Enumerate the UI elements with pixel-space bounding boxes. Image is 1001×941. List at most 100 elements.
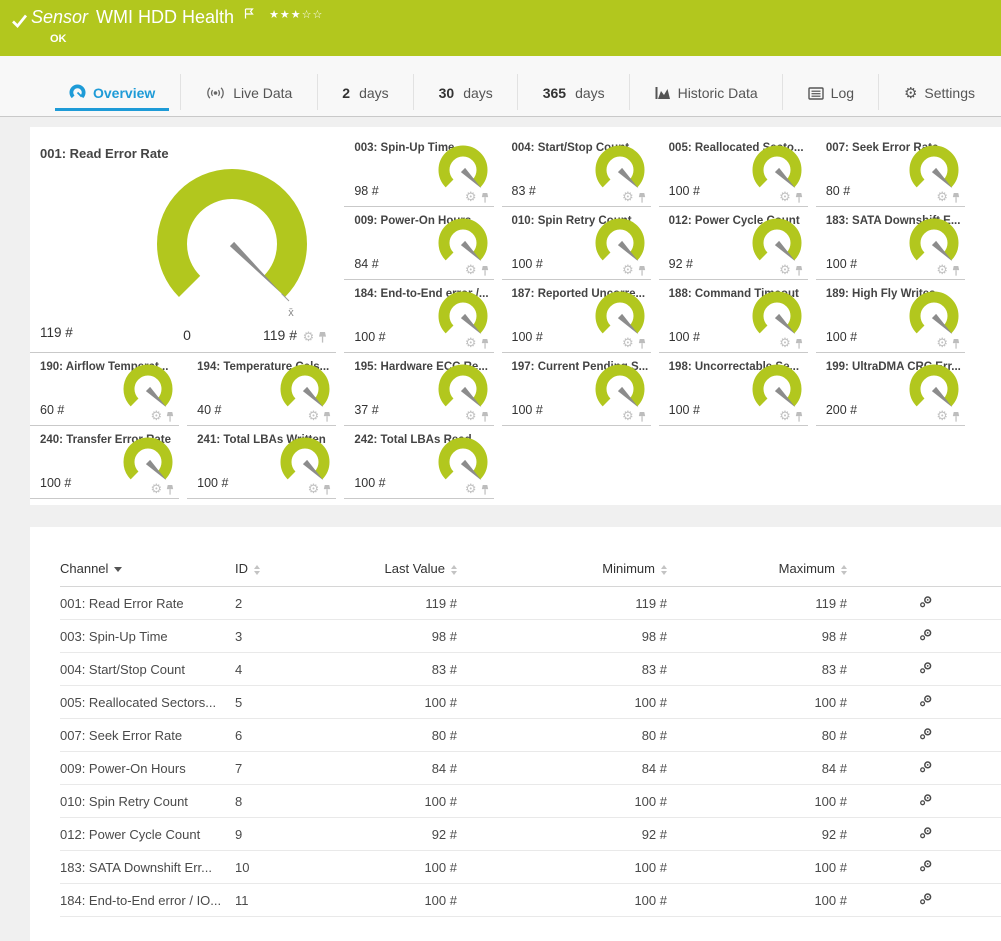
gauge-panel[interactable]: 241: Total LBAs Written 100 # ⚙: [187, 426, 336, 499]
gauge-panel[interactable]: 197: Current Pending S... 100 # ⚙: [502, 353, 651, 426]
channel-settings-gear-icon[interactable]: ⚙: [303, 331, 315, 344]
channel-settings-gear-icon[interactable]: ⚙: [779, 191, 791, 204]
channel-settings-gear-icon[interactable]: ⚙: [622, 191, 634, 204]
gauge-panel-primary[interactable]: 001: Read Error Rate x̄ 0 119 # 119 # ⚙: [30, 134, 336, 353]
gauge-panel[interactable]: 240: Transfer Error Rate 100 # ⚙: [30, 426, 179, 499]
table-row[interactable]: 009: Power-On Hours 7 84 # 84 # 84 #: [60, 752, 1001, 785]
channel-settings-gear-icon[interactable]: ⚙: [622, 264, 634, 277]
pin-icon[interactable]: [317, 331, 328, 344]
gauge-panel[interactable]: 003: Spin-Up Time 98 # ⚙: [344, 134, 493, 207]
column-header-last-value[interactable]: Last Value: [330, 557, 465, 587]
channel-settings-gear-icon[interactable]: ⚙: [622, 337, 634, 350]
table-row[interactable]: 007: Seek Error Rate 6 80 # 80 # 80 #: [60, 719, 1001, 752]
tab-2-days[interactable]: 2 days: [328, 85, 402, 116]
gauge-panel[interactable]: 199: UltraDMA CRC Err... 200 # ⚙: [816, 353, 965, 426]
gauge-panel[interactable]: 195: Hardware ECC Re... 37 # ⚙: [344, 353, 493, 426]
gauge-panel[interactable]: 007: Seek Error Rate 80 # ⚙: [816, 134, 965, 207]
pin-icon[interactable]: [794, 411, 804, 423]
gauge-panel[interactable]: 187: Reported Uncorre... 100 # ⚙: [502, 280, 651, 353]
table-row[interactable]: 010: Spin Retry Count 8 100 # 100 # 100 …: [60, 785, 1001, 818]
edit-channel-gears-icon[interactable]: [919, 727, 933, 740]
pin-icon[interactable]: [637, 192, 647, 204]
pin-icon[interactable]: [794, 192, 804, 204]
channel-settings-gear-icon[interactable]: ⚙: [465, 410, 477, 423]
gauge-panel[interactable]: 188: Command Timeout 100 # ⚙: [659, 280, 808, 353]
column-header-channel[interactable]: Channel: [60, 557, 235, 587]
edit-channel-gears-icon[interactable]: [919, 793, 933, 806]
channel-settings-gear-icon[interactable]: ⚙: [465, 483, 477, 496]
tab-log[interactable]: Log: [794, 85, 868, 116]
pin-icon[interactable]: [637, 411, 647, 423]
gauge-panel[interactable]: 242: Total LBAs Read 100 # ⚙: [344, 426, 493, 499]
channel-settings-gear-icon[interactable]: ⚙: [779, 410, 791, 423]
edit-channel-gears-icon[interactable]: [919, 694, 933, 707]
channel-settings-gear-icon[interactable]: ⚙: [308, 410, 320, 423]
pin-icon[interactable]: [480, 265, 490, 277]
gauge-panel[interactable]: 009: Power-On Hours 84 # ⚙: [344, 207, 493, 280]
table-row[interactable]: 183: SATA Downshift Err... 10 100 # 100 …: [60, 851, 1001, 884]
pin-icon[interactable]: [165, 411, 175, 423]
gauge-panel[interactable]: 005: Reallocated Secto... 100 # ⚙: [659, 134, 808, 207]
table-row[interactable]: 004: Start/Stop Count 4 83 # 83 # 83 #: [60, 653, 1001, 686]
table-row[interactable]: 005: Reallocated Sectors... 5 100 # 100 …: [60, 686, 1001, 719]
edit-channel-gears-icon[interactable]: [919, 892, 933, 905]
tab-live-data[interactable]: Live Data: [191, 85, 306, 116]
pin-icon[interactable]: [951, 265, 961, 277]
edit-channel-gears-icon[interactable]: [919, 859, 933, 872]
edit-channel-gears-icon[interactable]: [919, 628, 933, 641]
table-row[interactable]: 003: Spin-Up Time 3 98 # 98 # 98 #: [60, 620, 1001, 653]
edit-channel-gears-icon[interactable]: [919, 760, 933, 773]
pin-icon[interactable]: [794, 338, 804, 350]
pin-icon[interactable]: [480, 484, 490, 496]
channel-settings-gear-icon[interactable]: ⚙: [151, 483, 163, 496]
table-row[interactable]: 184: End-to-End error / IO... 11 100 # 1…: [60, 884, 1001, 917]
tab-historic-data[interactable]: Historic Data: [641, 85, 772, 116]
channel-settings-gear-icon[interactable]: ⚙: [936, 337, 948, 350]
gauge-panel[interactable]: 184: End-to-End error /... 100 # ⚙: [344, 280, 493, 353]
tab-30-days[interactable]: 30 days: [425, 85, 507, 116]
gauge-panel[interactable]: 198: Uncorrectable Se... 100 # ⚙: [659, 353, 808, 426]
column-header-maximum[interactable]: Maximum: [675, 557, 855, 587]
pin-icon[interactable]: [322, 411, 332, 423]
gauge-panel[interactable]: 010: Spin Retry Count 100 # ⚙: [502, 207, 651, 280]
channel-settings-gear-icon[interactable]: ⚙: [779, 264, 791, 277]
edit-channel-gears-icon[interactable]: [919, 661, 933, 674]
gauge-panel[interactable]: 183: SATA Downshift E... 100 # ⚙: [816, 207, 965, 280]
rating-stars[interactable]: ★★★☆☆: [269, 8, 323, 21]
table-row[interactable]: 012: Power Cycle Count 9 92 # 92 # 92 #: [60, 818, 1001, 851]
pin-icon[interactable]: [637, 265, 647, 277]
channel-settings-gear-icon[interactable]: ⚙: [936, 410, 948, 423]
pin-icon[interactable]: [637, 338, 647, 350]
channel-settings-gear-icon[interactable]: ⚙: [465, 191, 477, 204]
channel-settings-gear-icon[interactable]: ⚙: [779, 337, 791, 350]
gauge-panel[interactable]: 012: Power Cycle Count 92 # ⚙: [659, 207, 808, 280]
gauge-panel[interactable]: 189: High Fly Writes 100 # ⚙: [816, 280, 965, 353]
pin-icon[interactable]: [951, 338, 961, 350]
tab-settings[interactable]: ⚙ Settings: [890, 85, 989, 116]
channel-settings-gear-icon[interactable]: ⚙: [308, 483, 320, 496]
pin-icon[interactable]: [165, 484, 175, 496]
column-header-minimum[interactable]: Minimum: [465, 557, 675, 587]
edit-channel-gears-icon[interactable]: [919, 595, 933, 608]
gauge-panel[interactable]: 190: Airflow Temperat... 60 # ⚙: [30, 353, 179, 426]
pin-icon[interactable]: [951, 192, 961, 204]
gauge-panel[interactable]: 004: Start/Stop Count 83 # ⚙: [502, 134, 651, 207]
column-header-id[interactable]: ID: [235, 557, 330, 587]
pin-icon[interactable]: [794, 265, 804, 277]
channel-settings-gear-icon[interactable]: ⚙: [465, 337, 477, 350]
table-row[interactable]: 001: Read Error Rate 2 119 # 119 # 119 #: [60, 587, 1001, 620]
tab-365-days[interactable]: 365 days: [529, 85, 619, 116]
channel-settings-gear-icon[interactable]: ⚙: [936, 264, 948, 277]
pin-icon[interactable]: [951, 411, 961, 423]
gauge-panel[interactable]: 194: Temperature Cels... 40 # ⚙: [187, 353, 336, 426]
pin-icon[interactable]: [322, 484, 332, 496]
edit-channel-gears-icon[interactable]: [919, 826, 933, 839]
channel-settings-gear-icon[interactable]: ⚙: [151, 410, 163, 423]
pin-icon[interactable]: [480, 192, 490, 204]
flag-icon[interactable]: [244, 8, 255, 19]
pin-icon[interactable]: [480, 338, 490, 350]
channel-settings-gear-icon[interactable]: ⚙: [936, 191, 948, 204]
channel-settings-gear-icon[interactable]: ⚙: [465, 264, 477, 277]
channel-settings-gear-icon[interactable]: ⚙: [622, 410, 634, 423]
pin-icon[interactable]: [480, 411, 490, 423]
